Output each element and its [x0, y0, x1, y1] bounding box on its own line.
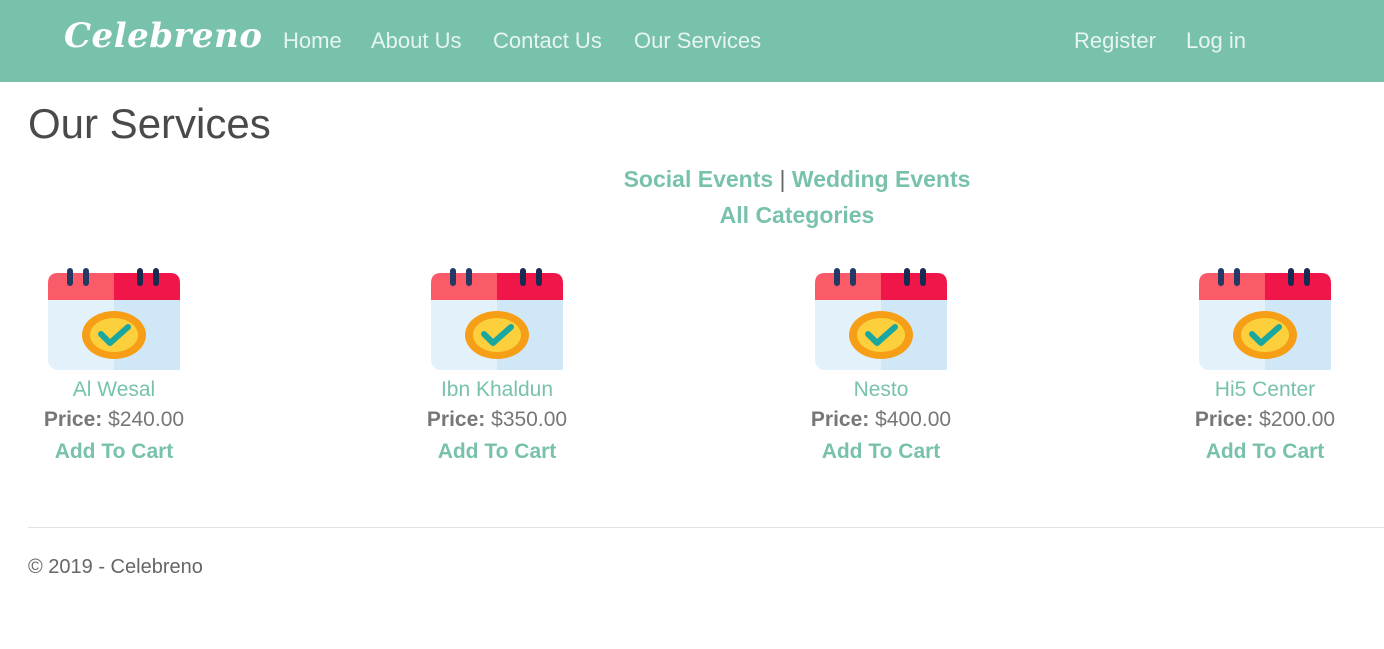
- calendar-check-icon[interactable]: [1180, 266, 1350, 372]
- footer-divider: [28, 527, 1384, 528]
- product-name[interactable]: Hi5 Center: [1180, 376, 1350, 404]
- product-card: Nesto Price: $400.00 Add To Cart: [796, 266, 966, 468]
- price-value: $240.00: [108, 408, 185, 431]
- product-name[interactable]: Nesto: [796, 376, 966, 404]
- category-filter-row-all: All Categories: [0, 202, 1384, 229]
- product-card: Al Wesal Price: $240.00 Add To Cart: [29, 266, 199, 468]
- price-value: $350.00: [491, 408, 568, 431]
- calendar-check-icon[interactable]: [412, 266, 582, 372]
- price-value: $200.00: [1259, 408, 1336, 431]
- add-to-cart-button[interactable]: Add To Cart: [29, 436, 199, 468]
- category-filter-row: Social Events | Wedding Events: [0, 166, 1384, 193]
- nav-link-about-us[interactable]: About Us: [371, 28, 462, 54]
- product-name[interactable]: Al Wesal: [29, 376, 199, 404]
- footer-copyright: © 2019 - Celebreno: [28, 556, 203, 578]
- category-link-all-categories[interactable]: All Categories: [720, 202, 875, 228]
- nav-link-register[interactable]: Register: [1074, 28, 1156, 54]
- price-label: Price:: [810, 408, 870, 431]
- price-label: Price:: [1194, 408, 1254, 431]
- product-card: Ibn Khaldun Price: $350.00 Add To Cart: [412, 266, 582, 468]
- product-price: Price: $400.00: [796, 404, 966, 436]
- add-to-cart-button[interactable]: Add To Cart: [1180, 436, 1350, 468]
- category-separator: |: [779, 166, 786, 192]
- product-name[interactable]: Ibn Khaldun: [412, 376, 582, 404]
- navbar: Celebreno Home About Us Contact Us Our S…: [0, 0, 1384, 82]
- product-card: Hi5 Center Price: $200.00 Add To Cart: [1180, 266, 1350, 468]
- nav-link-home[interactable]: Home: [283, 28, 342, 54]
- brand-logo[interactable]: Celebreno: [64, 16, 262, 56]
- nav-link-our-services[interactable]: Our Services: [634, 28, 761, 54]
- product-price: Price: $240.00: [29, 404, 199, 436]
- category-link-wedding-events[interactable]: Wedding Events: [792, 166, 971, 192]
- calendar-check-icon[interactable]: [29, 266, 199, 372]
- price-label: Price:: [426, 408, 486, 431]
- nav-link-login[interactable]: Log in: [1186, 28, 1246, 54]
- price-label: Price:: [43, 408, 103, 431]
- product-price: Price: $200.00: [1180, 404, 1350, 436]
- calendar-check-icon[interactable]: [796, 266, 966, 372]
- category-link-social-events[interactable]: Social Events: [624, 166, 774, 192]
- product-price: Price: $350.00: [412, 404, 582, 436]
- price-value: $400.00: [875, 408, 952, 431]
- page-title: Our Services: [28, 100, 271, 147]
- add-to-cart-button[interactable]: Add To Cart: [412, 436, 582, 468]
- nav-link-contact-us[interactable]: Contact Us: [493, 28, 602, 54]
- add-to-cart-button[interactable]: Add To Cart: [796, 436, 966, 468]
